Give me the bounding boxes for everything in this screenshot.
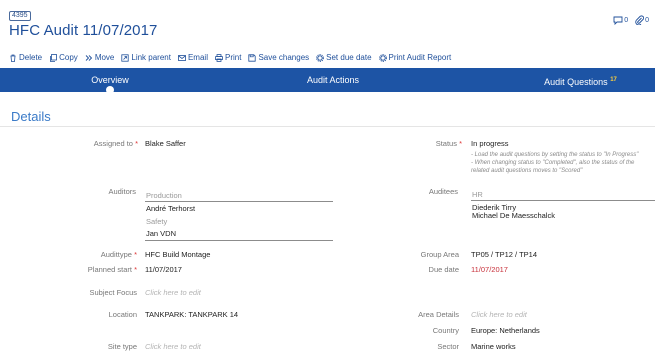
site-type-label: Site type <box>107 342 137 351</box>
attachments-count: 0 <box>645 16 649 24</box>
tab-overview[interactable]: Overview <box>0 68 220 94</box>
tab-bar: Overview Audit Actions Audit Questions 1… <box>0 68 655 94</box>
print-audit-report-button[interactable]: Print Audit Report <box>378 53 452 62</box>
auditee-michael-de-maesschalck[interactable]: Michael De Maesschalck <box>472 211 555 220</box>
email-button[interactable]: Email <box>178 53 208 62</box>
status-value[interactable]: In progress <box>471 139 509 148</box>
assigned-to-value[interactable]: Blake Saffer <box>145 139 186 148</box>
copy-icon <box>50 53 58 62</box>
subject-focus-input[interactable]: Click here to edit <box>145 288 201 297</box>
auditors-bottom-line <box>145 240 333 241</box>
sector-value[interactable]: Marine works <box>471 342 516 351</box>
audittype-value[interactable]: HFC Build Montage <box>145 250 210 259</box>
move-icon <box>85 54 92 61</box>
tab-audit-questions-label: Audit Questions <box>544 77 608 87</box>
link-parent-button[interactable]: Link parent <box>121 53 171 62</box>
attachments-button[interactable]: 0 <box>635 15 649 25</box>
copy-label: Copy <box>59 53 78 62</box>
auditors-group-safety: Safety <box>146 217 168 226</box>
site-type-input[interactable]: Click here to edit <box>145 342 201 351</box>
trash-icon <box>10 54 16 62</box>
save-changes-label: Save changes <box>258 53 310 62</box>
country-value[interactable]: Europe: Netherlands <box>471 326 540 335</box>
group-area-value[interactable]: TP05 / TP12 / TP14 <box>471 250 537 259</box>
auditees-label: Auditees <box>428 187 458 196</box>
status-label: Status * <box>435 139 462 148</box>
comments-count: 0 <box>624 16 629 24</box>
questions-count-badge: 17 <box>610 77 617 83</box>
print-button[interactable]: Print <box>215 53 241 62</box>
save-changes-button[interactable]: Save changes <box>248 53 309 62</box>
active-tab-indicator <box>106 86 114 94</box>
tab-audit-actions[interactable]: Audit Actions <box>220 68 446 92</box>
set-due-date-label: Set due date <box>326 53 372 62</box>
status-hint-1: - Load the audit questions by setting th… <box>471 152 639 158</box>
auditors-group-production: Production <box>146 191 182 200</box>
group-area-label: Group Area <box>420 250 459 259</box>
section-title: Details <box>11 109 51 124</box>
link-icon <box>121 53 129 62</box>
set-due-date-button[interactable]: Set due date <box>316 53 372 62</box>
status-hint-2: - When changing status to "Completed", a… <box>471 160 635 166</box>
gear-icon <box>378 53 387 62</box>
header-icons: 0 0 <box>613 15 649 25</box>
location-value[interactable]: TANKPARK: TANKPARK 14 <box>145 310 238 319</box>
auditors-divider <box>145 201 333 202</box>
comment-icon <box>613 16 623 25</box>
auditors-label: Auditors <box>108 187 136 196</box>
planned-start-value[interactable]: 11/07/2017 <box>145 265 182 274</box>
move-button[interactable]: Move <box>85 53 115 62</box>
delete-button[interactable]: Delete <box>9 53 42 62</box>
save-icon <box>248 53 257 62</box>
country-label: Country <box>432 326 459 335</box>
delete-label: Delete <box>19 53 43 62</box>
planned-start-label: Planned start * <box>87 265 137 274</box>
sector-label: Sector <box>437 342 459 351</box>
gear-icon <box>316 53 324 62</box>
print-label: Print <box>224 53 242 62</box>
location-label: Location <box>108 310 137 319</box>
print-icon <box>215 53 223 62</box>
due-date-label: Due date <box>428 265 459 274</box>
email-icon <box>178 54 186 61</box>
auditor-andre-terhorst[interactable]: André Terhorst <box>146 204 195 213</box>
link-parent-label: Link parent <box>131 53 171 62</box>
auditees-group-hr: HR <box>472 190 483 199</box>
area-details-label: Area Details <box>418 310 459 319</box>
auditees-divider <box>471 200 655 201</box>
status-hint-3: related audit questions moves to "Scored… <box>471 168 583 174</box>
print-audit-report-label: Print Audit Report <box>388 53 452 62</box>
tab-audit-actions-label: Audit Actions <box>306 75 360 85</box>
toolbar: Delete Copy Move Link parent Email Print… <box>9 53 451 62</box>
page-title: HFC Audit 11/07/2017 <box>9 22 158 39</box>
tab-overview-label: Overview <box>91 75 129 85</box>
section-divider <box>0 126 655 127</box>
auditor-jan-vdn[interactable]: Jan VDN <box>146 229 176 238</box>
record-id-badge: 4395 <box>9 11 31 21</box>
comments-button[interactable]: 0 <box>613 16 628 25</box>
email-label: Email <box>187 53 208 62</box>
move-label: Move <box>94 53 115 62</box>
subject-focus-label: Subject Focus <box>89 288 137 297</box>
copy-button[interactable]: Copy <box>49 53 78 62</box>
tab-audit-questions[interactable]: Audit Questions 17 <box>446 68 655 92</box>
audittype-label: Audittype * <box>100 250 137 259</box>
due-date-value[interactable]: 11/07/2017 <box>471 265 508 274</box>
paperclip-icon <box>635 15 645 25</box>
area-details-input[interactable]: Click here to edit <box>471 310 527 319</box>
assigned-to-label: Assigned to * <box>93 139 138 148</box>
